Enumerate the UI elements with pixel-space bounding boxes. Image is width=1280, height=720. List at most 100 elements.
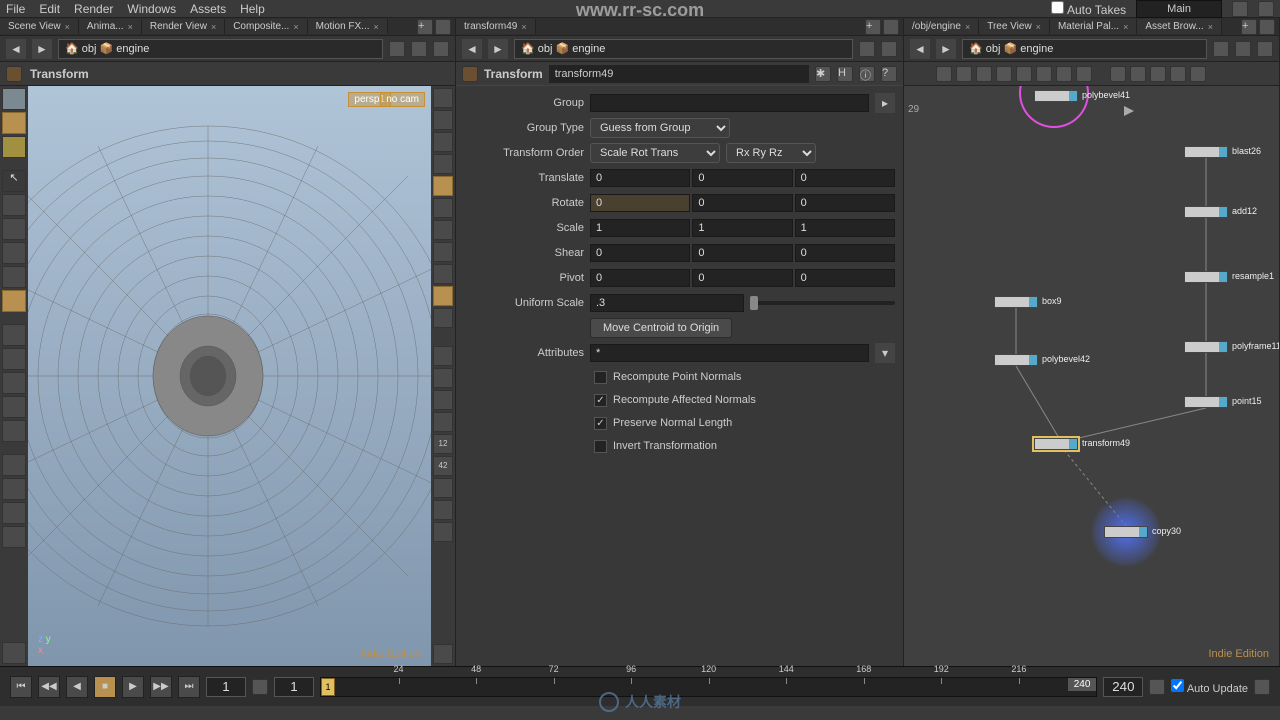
right-fwd[interactable]: ► (936, 39, 956, 59)
tool-brush2[interactable] (2, 478, 26, 500)
tool-brush4[interactable] (2, 526, 26, 548)
tool-shape2[interactable] (433, 500, 453, 520)
mid-tab[interactable]: transform49× (456, 19, 536, 34)
disp-lock[interactable] (433, 110, 453, 130)
tab-composite[interactable]: Composite...× (225, 19, 307, 34)
group-picker-icon[interactable]: ▸ (875, 93, 895, 113)
tool-scale[interactable] (2, 242, 26, 264)
attr-menu-icon[interactable]: ▾ (875, 343, 895, 363)
attributes-field[interactable] (590, 344, 869, 362)
add-icon[interactable] (1232, 1, 1248, 17)
help-icon[interactable] (1258, 1, 1274, 17)
tb3[interactable] (976, 66, 992, 82)
mid-eye[interactable] (881, 41, 897, 57)
uniform-scale-field[interactable] (590, 294, 744, 312)
disp-light[interactable] (433, 198, 453, 218)
pz[interactable] (795, 269, 895, 287)
disp-opt[interactable] (433, 644, 453, 664)
shy[interactable] (692, 244, 792, 262)
tool-arrow[interactable]: ↖ (2, 170, 26, 192)
px[interactable] (590, 269, 690, 287)
frame-current[interactable] (206, 677, 246, 697)
tab-render-view[interactable]: Render View× (142, 19, 225, 34)
disp-ghost[interactable] (433, 132, 453, 152)
tool-rotate[interactable] (2, 218, 26, 240)
network-view[interactable]: 29 polybevel41blast26add12resample1box9p… (904, 86, 1279, 666)
help-icon2[interactable]: ? (881, 66, 897, 82)
info-icon[interactable]: ⓘ (859, 66, 875, 82)
tool-brush1[interactable] (2, 454, 26, 476)
tb4[interactable] (996, 66, 1012, 82)
gear-icon[interactable]: ✱ (815, 66, 831, 82)
shx[interactable] (590, 244, 690, 262)
py[interactable] (692, 269, 792, 287)
tab-motionfx[interactable]: Motion FX...× (308, 19, 388, 34)
right-tab-plus[interactable]: + (1241, 19, 1257, 35)
rz[interactable] (795, 194, 895, 212)
tool-circle[interactable] (433, 390, 453, 410)
disp-sel2[interactable] (433, 176, 453, 196)
disp-mat[interactable] (433, 286, 453, 306)
sy[interactable] (692, 219, 792, 237)
tool-snap3[interactable] (2, 372, 26, 394)
menu-file[interactable]: File (6, 2, 25, 16)
tb8[interactable] (1076, 66, 1092, 82)
tb6[interactable] (1036, 66, 1052, 82)
time-track[interactable]: 1 24487296120144168192216 240 (320, 677, 1097, 697)
tool-magnet[interactable] (2, 420, 26, 442)
right-back[interactable]: ◄ (910, 39, 930, 59)
xform-handle-icon[interactable] (6, 66, 22, 82)
tool-snap1[interactable] (2, 324, 26, 346)
node-polybevel42[interactable] (994, 354, 1038, 366)
order-select2[interactable]: Rx Ry Rz (726, 143, 816, 163)
tool-bottom[interactable] (2, 642, 26, 664)
right-tab-mat[interactable]: Material Pal...× (1050, 19, 1137, 34)
tb2[interactable] (956, 66, 972, 82)
disp-geo1[interactable] (433, 242, 453, 262)
tool-snap4[interactable] (2, 396, 26, 418)
take-selector[interactable]: Main (1136, 0, 1222, 18)
uniform-slider[interactable] (750, 301, 895, 305)
display-opts-icon[interactable] (433, 41, 449, 57)
mid-tab-menu[interactable] (883, 19, 899, 35)
play-last[interactable]: ⏭ (178, 676, 200, 698)
node-name-field[interactable] (549, 65, 809, 83)
mid-fwd[interactable]: ► (488, 39, 508, 59)
menu-windows[interactable]: Windows (127, 2, 176, 16)
right-path[interactable]: 🏠 obj 📦 engine (962, 39, 1207, 59)
menu-render[interactable]: Render (74, 2, 113, 16)
node-point15[interactable] (1184, 396, 1228, 408)
tb1[interactable] (936, 66, 952, 82)
tz[interactable] (795, 169, 895, 187)
play-back[interactable]: ◀ (66, 676, 88, 698)
tool-curve[interactable] (433, 368, 453, 388)
ty[interactable] (692, 169, 792, 187)
left-path[interactable]: 🏠 obj 📦 engine (58, 39, 383, 59)
play-play[interactable]: ▶ (122, 676, 144, 698)
check-recompute-pt[interactable]: Recompute Point Normals (464, 367, 895, 387)
play-next[interactable]: ▶▶ (150, 676, 172, 698)
right-tab-menu[interactable] (1259, 19, 1275, 35)
right-tab-tree[interactable]: Tree View× (979, 19, 1050, 34)
playhead[interactable]: 1 (321, 678, 335, 696)
nav-back-icon[interactable]: ◄ (6, 39, 26, 59)
shz[interactable] (795, 244, 895, 262)
tb7[interactable] (1056, 66, 1072, 82)
disp-sel1[interactable] (433, 154, 453, 174)
tb12[interactable] (1170, 66, 1186, 82)
auto-takes-check[interactable]: Auto Takes (1051, 1, 1126, 17)
tool-move[interactable] (2, 194, 26, 216)
node-polybevel41[interactable] (1034, 90, 1078, 102)
move-centroid-button[interactable]: Move Centroid to Origin (590, 318, 732, 338)
menu-help[interactable]: Help (240, 2, 265, 16)
nav-fwd-icon[interactable]: ► (32, 39, 52, 59)
eye-icon[interactable] (411, 41, 427, 57)
viewport-3d[interactable]: persp1 no cam (28, 86, 431, 666)
tool syntax[interactable] (433, 522, 453, 542)
frame-icon[interactable] (252, 679, 268, 695)
node-transform49[interactable] (1034, 438, 1078, 450)
right-tab-asset[interactable]: Asset Brow...× (1137, 19, 1222, 34)
tab-anim[interactable]: Anima...× (79, 19, 142, 34)
sx[interactable] (590, 219, 690, 237)
group-type-select[interactable]: Guess from Group (590, 118, 730, 138)
